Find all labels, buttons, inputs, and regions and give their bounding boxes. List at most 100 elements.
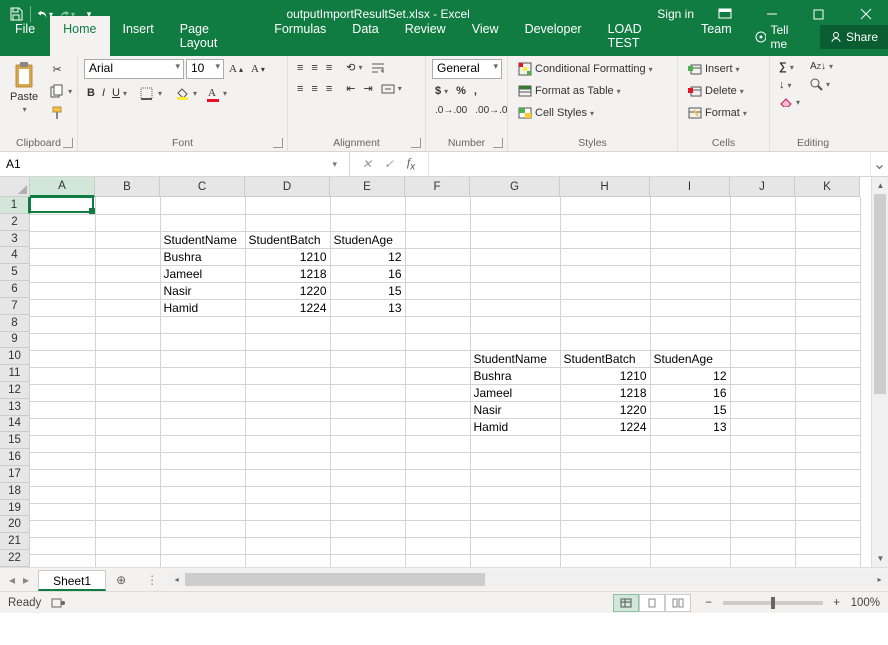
cell-G3[interactable] xyxy=(470,231,560,248)
conditional-formatting-button[interactable]: Conditional Formatting▾ xyxy=(514,59,656,79)
cell-I14[interactable]: 13 xyxy=(650,418,730,435)
cell-B10[interactable] xyxy=(95,350,160,367)
cell-C16[interactable] xyxy=(160,452,245,469)
cell-F5[interactable] xyxy=(405,265,470,282)
tab-file[interactable]: File xyxy=(0,16,50,56)
font-dialog-launcher-icon[interactable] xyxy=(273,138,283,148)
tab-formulas[interactable]: Formulas xyxy=(261,16,339,56)
cell-E15[interactable] xyxy=(330,435,405,452)
cell-J21[interactable] xyxy=(730,537,795,554)
cell-I17[interactable] xyxy=(650,469,730,486)
cell-G8[interactable] xyxy=(470,316,560,333)
cell-H21[interactable] xyxy=(560,537,650,554)
increase-indent-button[interactable]: ⇥ xyxy=(360,80,375,97)
name-box[interactable]: ▾ xyxy=(0,152,350,176)
cell-K2[interactable] xyxy=(795,214,860,231)
cell-B7[interactable] xyxy=(95,299,160,316)
cell-E16[interactable] xyxy=(330,452,405,469)
cell-G18[interactable] xyxy=(470,486,560,503)
cell-K4[interactable] xyxy=(795,248,860,265)
column-header-J[interactable]: J xyxy=(730,177,795,197)
cell-A3[interactable] xyxy=(30,231,95,248)
row-header-1[interactable]: 1 xyxy=(0,197,30,214)
cell-E11[interactable] xyxy=(330,367,405,384)
cell-C1[interactable] xyxy=(160,197,245,214)
cell-H11[interactable]: 1210 xyxy=(560,367,650,384)
view-page-break-button[interactable] xyxy=(665,594,691,612)
cell-A22[interactable] xyxy=(30,554,95,567)
cell-I12[interactable]: 16 xyxy=(650,384,730,401)
column-header-H[interactable]: H xyxy=(560,177,650,197)
cell-I18[interactable] xyxy=(650,486,730,503)
zoom-in-button[interactable]: + xyxy=(829,597,845,609)
cell-J7[interactable] xyxy=(730,299,795,316)
percent-button[interactable]: % xyxy=(453,83,469,99)
cell-B4[interactable] xyxy=(95,248,160,265)
format-as-table-button[interactable]: Format as Table▾ xyxy=(514,81,624,101)
cell-I11[interactable]: 12 xyxy=(650,367,730,384)
underline-button[interactable]: U▾ xyxy=(109,85,130,101)
cell-C19[interactable] xyxy=(160,503,245,520)
cell-A16[interactable] xyxy=(30,452,95,469)
shrink-font-button[interactable]: A▾ xyxy=(248,61,268,77)
cell-F19[interactable] xyxy=(405,503,470,520)
cell-G10[interactable]: StudentName xyxy=(470,350,560,367)
cancel-formula-icon[interactable]: ✕ xyxy=(358,157,376,171)
column-header-I[interactable]: I xyxy=(650,177,730,197)
paste-button[interactable]: Paste ▾ xyxy=(6,59,42,116)
cell-G13[interactable]: Nasir xyxy=(470,401,560,418)
tab-page-layout[interactable]: Page Layout xyxy=(167,16,261,56)
cell-B1[interactable] xyxy=(95,197,160,214)
cell-B6[interactable] xyxy=(95,282,160,299)
horizontal-scrollbar[interactable]: ◂ ▸ xyxy=(168,571,888,588)
cell-B14[interactable] xyxy=(95,418,160,435)
cell-E4[interactable]: 12 xyxy=(330,248,405,265)
cell-I10[interactable]: StudenAge xyxy=(650,350,730,367)
column-header-F[interactable]: F xyxy=(405,177,470,197)
cell-I9[interactable] xyxy=(650,333,730,350)
cell-C12[interactable] xyxy=(160,384,245,401)
cell-D17[interactable] xyxy=(245,469,330,486)
cell-E7[interactable]: 13 xyxy=(330,299,405,316)
enter-formula-icon[interactable]: ✓ xyxy=(380,157,398,171)
cell-F13[interactable] xyxy=(405,401,470,418)
cell-K21[interactable] xyxy=(795,537,860,554)
cell-J16[interactable] xyxy=(730,452,795,469)
cell-J5[interactable] xyxy=(730,265,795,282)
zoom-slider-knob[interactable] xyxy=(771,597,775,609)
cell-E12[interactable] xyxy=(330,384,405,401)
cell-H15[interactable] xyxy=(560,435,650,452)
cell-G14[interactable]: Hamid xyxy=(470,418,560,435)
cell-B5[interactable] xyxy=(95,265,160,282)
cell-J11[interactable] xyxy=(730,367,795,384)
cell-G11[interactable]: Bushra xyxy=(470,367,560,384)
zoom-slider[interactable] xyxy=(723,601,823,605)
cell-B17[interactable] xyxy=(95,469,160,486)
cell-K13[interactable] xyxy=(795,401,860,418)
row-header-18[interactable]: 18 xyxy=(0,483,30,500)
cell-K18[interactable] xyxy=(795,486,860,503)
row-header-16[interactable]: 16 xyxy=(0,449,30,466)
cell-C18[interactable] xyxy=(160,486,245,503)
cell-C4[interactable]: Bushra xyxy=(160,248,245,265)
cell-B21[interactable] xyxy=(95,537,160,554)
cell-G5[interactable] xyxy=(470,265,560,282)
cell-C2[interactable] xyxy=(160,214,245,231)
cell-C14[interactable] xyxy=(160,418,245,435)
cell-E3[interactable]: StudenAge xyxy=(330,231,405,248)
cell-grid[interactable]: StudentNameStudentBatchStudenAgeBushra12… xyxy=(30,197,871,567)
cell-B18[interactable] xyxy=(95,486,160,503)
cell-H17[interactable] xyxy=(560,469,650,486)
delete-cells-button[interactable]: Delete▾ xyxy=(684,81,747,101)
cell-A17[interactable] xyxy=(30,469,95,486)
column-header-E[interactable]: E xyxy=(330,177,405,197)
tab-review[interactable]: Review xyxy=(392,16,459,56)
cell-H13[interactable]: 1220 xyxy=(560,401,650,418)
cell-J19[interactable] xyxy=(730,503,795,520)
cell-H3[interactable] xyxy=(560,231,650,248)
tell-me-button[interactable]: Tell me xyxy=(745,18,818,56)
cell-J12[interactable] xyxy=(730,384,795,401)
cell-A1[interactable] xyxy=(30,197,95,214)
cell-K7[interactable] xyxy=(795,299,860,316)
accounting-format-button[interactable]: $▾ xyxy=(432,83,451,99)
